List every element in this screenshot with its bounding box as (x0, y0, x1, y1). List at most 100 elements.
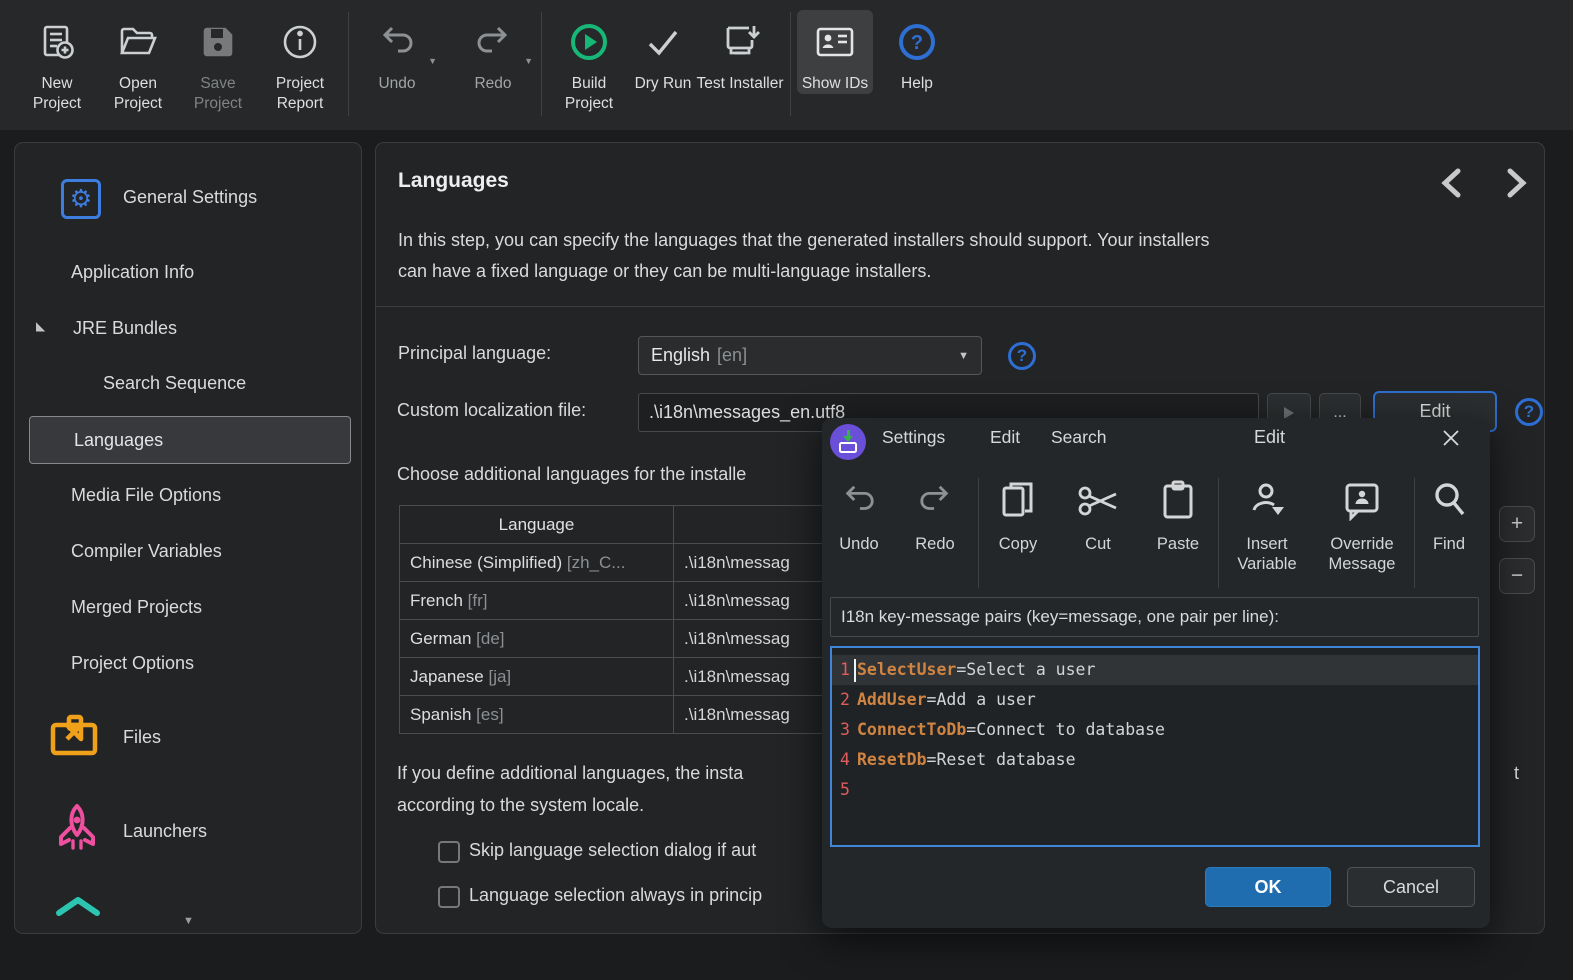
gear-icon: ⚙ (69, 184, 93, 213)
choose-languages-text: Choose additional languages for the inst… (397, 464, 747, 484)
next-step-button[interactable] (1504, 167, 1530, 199)
step-description-line1: In this step, you can specify the langua… (398, 230, 1210, 250)
override-message-button[interactable]: Override Message (1314, 474, 1410, 574)
show-ids-button[interactable]: Show IDs (797, 10, 873, 94)
i18n-message: =Add a user (926, 690, 1036, 709)
sidebar-item-compiler-variables[interactable]: Compiler Variables (71, 541, 222, 562)
previous-step-button[interactable] (1438, 167, 1464, 199)
sidebar-item-jre-bundles[interactable]: JRE Bundles (73, 318, 177, 339)
scroll-down-indicator[interactable]: ▼ (183, 915, 194, 927)
save-project-button[interactable]: Save Project (178, 10, 258, 114)
principal-language-select[interactable]: English [en] ▼ (638, 336, 982, 375)
dialog-redo-button[interactable]: Redo (904, 474, 966, 554)
copy-icon (999, 474, 1037, 526)
files-icon (47, 709, 103, 761)
scissors-icon (1076, 474, 1120, 526)
sidebar-item-media-file-options[interactable]: Media File Options (71, 485, 221, 506)
editor-line[interactable]: 3 ConnectToDb=Connect to database (832, 715, 1478, 745)
open-project-button[interactable]: Open Project (98, 10, 178, 114)
editor-line[interactable]: 2 AddUser=Add a user (832, 685, 1478, 715)
toolbar-separator (348, 12, 349, 116)
dialog-undo-button[interactable]: Undo (828, 474, 890, 554)
skip-language-dialog-checkbox[interactable] (438, 841, 460, 863)
info-circle-icon (280, 16, 320, 68)
line-number: 1 (840, 660, 850, 679)
project-report-button[interactable]: Project Report (258, 10, 342, 114)
language-name: Japanese (410, 666, 484, 686)
section-divider (376, 306, 1544, 307)
sidebar-item-files[interactable]: Files (123, 727, 161, 748)
person-variable-icon (1246, 474, 1288, 526)
save-project-label: Save Project (193, 75, 243, 112)
menu-search[interactable]: Search (1051, 427, 1106, 448)
undo-button[interactable]: Undo ▼ (355, 10, 439, 94)
open-folder-icon (117, 16, 159, 68)
toolbar-separator (978, 478, 979, 588)
language-code: [es] (476, 704, 504, 724)
note-line2: according to the system locale. (397, 795, 645, 815)
dialog-find-label: Find (1432, 535, 1466, 553)
sidebar-item-application-info[interactable]: Application Info (71, 262, 194, 283)
i18n-key: SelectUser (857, 660, 957, 679)
new-project-icon (37, 16, 77, 68)
test-installer-button[interactable]: Test Installer (696, 10, 784, 94)
new-project-button[interactable]: New Project (16, 10, 98, 114)
build-project-button[interactable]: Build Project (548, 10, 630, 114)
tree-expand-icon[interactable]: ◣ (36, 319, 45, 333)
test-installer-label: Test Installer (696, 75, 784, 92)
remove-language-button[interactable]: − (1499, 558, 1535, 594)
dialog-cut-button[interactable]: Cut (1066, 474, 1130, 554)
add-language-button[interactable]: + (1499, 506, 1535, 542)
menu-settings[interactable]: Settings (882, 427, 945, 448)
i18n-message: =Reset database (926, 750, 1076, 769)
close-icon[interactable] (1434, 422, 1468, 454)
toolbar-separator (790, 12, 791, 116)
sidebar-item-general-settings[interactable]: General Settings (123, 187, 257, 208)
note-line1-fragment: t (1514, 763, 1520, 783)
redo-label: Redo (474, 75, 512, 92)
ok-button[interactable]: OK (1205, 867, 1331, 907)
dialog-copy-button[interactable]: Copy (986, 474, 1050, 554)
language-selection-principal-label: Language selection always in princip (469, 885, 763, 905)
custom-localization-label: Custom localization file: (397, 400, 587, 420)
note-line1: If you define additional languages, the … (397, 763, 744, 783)
show-ids-label: Show IDs (801, 75, 869, 92)
line-number: 5 (840, 780, 850, 799)
toolbar-separator (1218, 478, 1219, 588)
dialog-title: Edit (1254, 427, 1286, 447)
dialog-paste-button[interactable]: Paste (1146, 474, 1210, 554)
help-button[interactable]: ? Help (881, 10, 953, 94)
chevron-up-icon (53, 895, 103, 917)
language-name: French (410, 590, 463, 610)
editor-line[interactable]: 4 ResetDb=Reset database (832, 745, 1478, 775)
cancel-button[interactable]: Cancel (1347, 867, 1475, 907)
redo-button[interactable]: Redo ▼ (451, 10, 535, 94)
undo-dropdown-arrow[interactable]: ▼ (428, 56, 437, 66)
i18n-pairs-editor[interactable]: 1 SelectUser=Select a user 2 AddUser=Add a… (830, 646, 1480, 847)
principal-language-code: [en] (717, 345, 748, 365)
editor-line[interactable]: 1 SelectUser=Select a user (832, 655, 1478, 685)
sidebar-item-search-sequence[interactable]: Search Sequence (103, 373, 246, 394)
menu-edit[interactable]: Edit (990, 427, 1020, 448)
insert-variable-button[interactable]: Insert Variable (1222, 474, 1312, 574)
sidebar-item-project-options[interactable]: Project Options (71, 653, 194, 674)
language-column-header[interactable]: Language (399, 505, 674, 544)
editor-line[interactable]: 5 (832, 775, 1478, 805)
sidebar-item-merged-projects[interactable]: Merged Projects (71, 597, 202, 618)
language-code: [de] (476, 628, 505, 648)
sidebar-item-launchers[interactable]: Launchers (123, 821, 207, 842)
edit-dialog: Settings Edit Search Edit Undo Redo Copy (822, 418, 1490, 928)
language-code: [fr] (467, 590, 488, 610)
dialog-find-button[interactable]: Find (1418, 474, 1480, 554)
dry-run-button[interactable]: Dry Run (630, 10, 696, 94)
principal-language-help-icon[interactable]: ? (1008, 342, 1036, 370)
custom-localization-help-icon[interactable]: ? (1515, 398, 1543, 426)
insert-variable-label: Insert Variable (1237, 535, 1297, 573)
line-number: 4 (840, 750, 850, 769)
check-icon (643, 16, 683, 68)
language-selection-principal-checkbox[interactable] (438, 886, 460, 908)
app-logo-icon (830, 424, 866, 460)
redo-dropdown-arrow[interactable]: ▼ (524, 56, 533, 66)
redo-icon (915, 474, 955, 526)
sidebar-item-languages[interactable]: Languages (29, 416, 351, 464)
